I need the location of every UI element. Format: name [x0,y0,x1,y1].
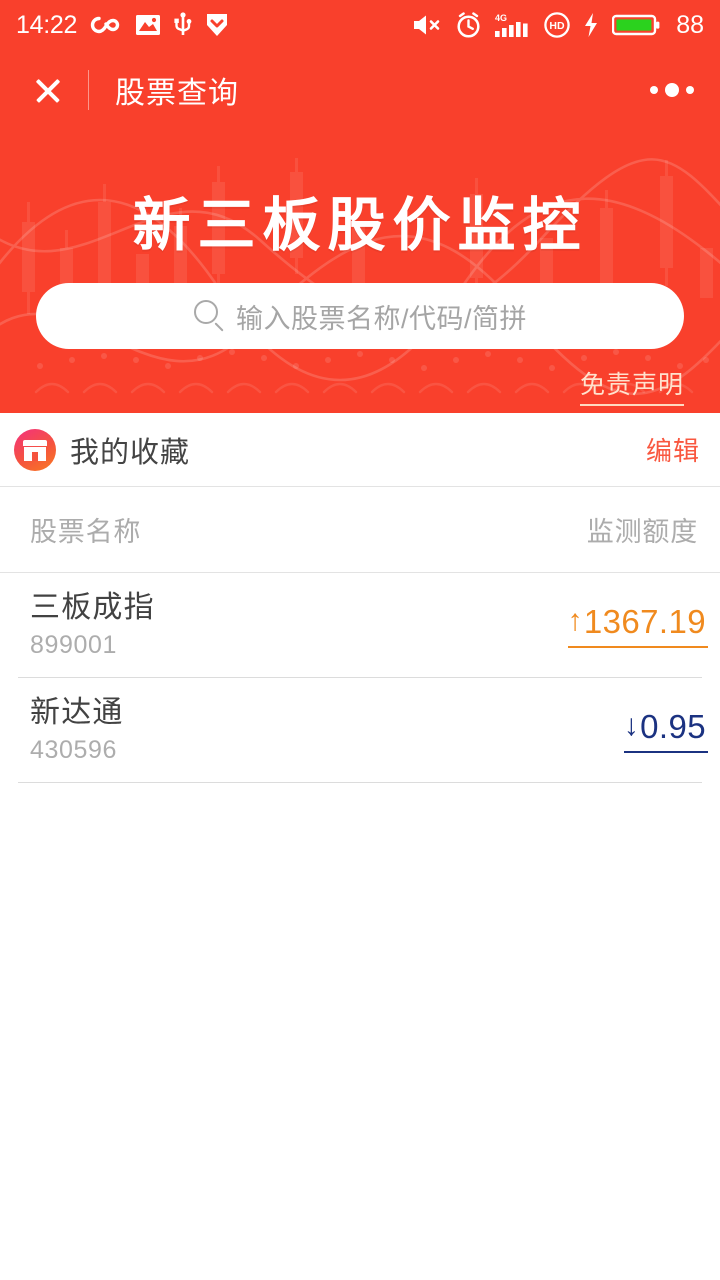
arrow-up-icon: ↑ [567,603,583,637]
stock-monitor-value: ↓ 0.95 [623,707,708,753]
app-screen: 14:22 4G HD 88 股票查询 新三板股价监控 输入股票名称/代码/简拼… [0,0,720,1280]
disclaimer-wrapper: 免责声明 [579,365,684,406]
battery-percent: 88 [676,10,704,39]
arrow-down-icon: ↓ [623,708,640,742]
search-icon [193,299,227,333]
shop-icon [14,428,56,471]
stock-code: 430596 [30,736,118,765]
menu-dot [665,83,679,97]
disclaimer-link[interactable]: 免责声明 [579,365,684,406]
hd-icon: HD [544,12,570,38]
stock-value-number: 1367.19 [583,602,706,640]
stock-info: 新达通 430596 [30,695,124,765]
favorites-header: 我的收藏 编辑 [0,413,720,486]
stock-code: 899001 [30,631,118,660]
stock-info: 三板成指 899001 [30,590,155,660]
banner-heading: 新三板股价监控 [132,191,588,259]
usb-icon [174,12,192,38]
search-placeholder: 输入股票名称/代码/简拼 [235,303,527,334]
stock-monitor-value: ↑ 1367.19 [567,602,708,648]
signal-4g-icon: 4G [495,12,531,39]
stock-value-number: 0.95 [640,707,706,745]
image-icon [135,13,161,37]
battery-icon [611,13,660,37]
table-column-headers: 股票名称 监测额度 [0,487,720,572]
status-bar-right: 4G HD 88 [412,10,704,39]
stock-value-wrapper: ↓ 0.95 [623,707,708,753]
stock-name: 新达通 [30,695,124,729]
status-time: 14:22 [16,10,78,39]
page-title: 股票查询 [115,77,239,110]
mute-icon [412,13,442,37]
stock-value-wrapper: ↑ 1367.19 [567,602,708,648]
svg-text:HD: HD [550,20,566,32]
edit-favorites-button[interactable]: 编辑 [646,431,700,468]
column-header-name: 股票名称 [30,517,142,547]
favorites-title: 我的收藏 [70,436,191,469]
row-divider [18,782,702,783]
more-options-button[interactable] [650,83,694,97]
menu-dot [650,86,658,94]
stock-name: 三板成指 [30,590,155,624]
svg-text:4G: 4G [495,13,507,23]
close-icon[interactable] [26,68,70,112]
shield-icon [205,12,229,38]
table-row[interactable]: 新达通 430596 ↓ 0.95 [0,678,720,782]
status-bar-left: 14:22 [16,12,229,38]
title-bar: 股票查询 [0,50,720,130]
search-input[interactable]: 输入股票名称/代码/简拼 [36,283,684,349]
title-divider [88,70,89,110]
menu-dot [686,86,694,94]
alarm-clock-icon [455,11,482,39]
status-bar: 14:22 4G HD 88 [0,0,720,50]
column-header-limit: 监测额度 [586,517,698,547]
table-row[interactable]: 三板成指 899001 ↑ 1367.19 [0,573,720,677]
charging-bolt-icon [583,12,599,38]
infinity-icon [90,14,122,36]
